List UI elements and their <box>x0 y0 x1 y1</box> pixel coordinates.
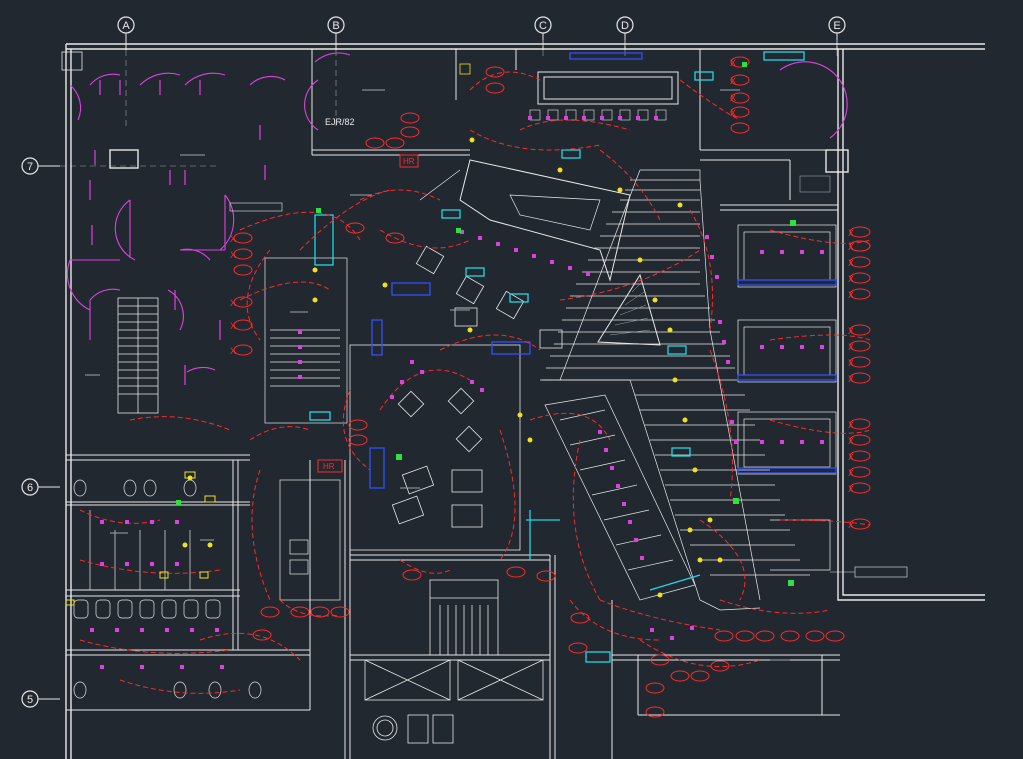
circuit-x-label: X <box>848 436 854 446</box>
circuit-x-label: X <box>848 326 854 336</box>
grid-label-7: 7 <box>27 161 33 173</box>
circuit-x-label: X <box>848 274 854 284</box>
grid-label-d: D <box>621 20 629 32</box>
circuit-x-label: X <box>730 108 736 118</box>
circuit-x-label: X <box>230 321 236 331</box>
circuit-x-label: X <box>848 290 854 300</box>
circuit-x-label: X <box>230 346 236 356</box>
circuit-x-label: X <box>848 258 854 268</box>
circuit-x-label: X <box>848 374 854 384</box>
grid-label-c: C <box>539 20 547 32</box>
circuit-x-label: X <box>730 76 736 86</box>
circuit-x-label: X <box>230 234 236 244</box>
circuit-x-label: X <box>848 342 854 352</box>
cad-floor-plan: A B C D E 7 6 5 X X X X X X X X X X X X … <box>0 0 1023 759</box>
circuit-x-label: X <box>230 250 236 260</box>
circuit-x-label: X <box>848 520 854 530</box>
room-label-ejr: EJR/82 <box>325 117 355 127</box>
grid-label-e: E <box>833 20 840 32</box>
grid-label-b: B <box>332 20 339 32</box>
circuit-x-label: X <box>730 58 736 68</box>
grid-label-5: 5 <box>27 694 33 706</box>
circuit-x-label: X <box>848 420 854 430</box>
circuit-x-label: X <box>848 452 854 462</box>
circuit-x-label: X <box>848 468 854 478</box>
circuit-x-label: X <box>730 93 736 103</box>
circuit-x-label: X <box>848 242 854 252</box>
circuit-x-label: X <box>230 298 236 308</box>
hr-label-mid: HR <box>323 462 335 471</box>
circuit-x-label: X <box>848 228 854 238</box>
hr-label-top: HR <box>403 157 415 166</box>
circuit-x-label: X <box>848 358 854 368</box>
grid-label-6: 6 <box>27 482 33 494</box>
circuit-x-label: X <box>848 484 854 494</box>
grid-label-a: A <box>122 20 130 32</box>
